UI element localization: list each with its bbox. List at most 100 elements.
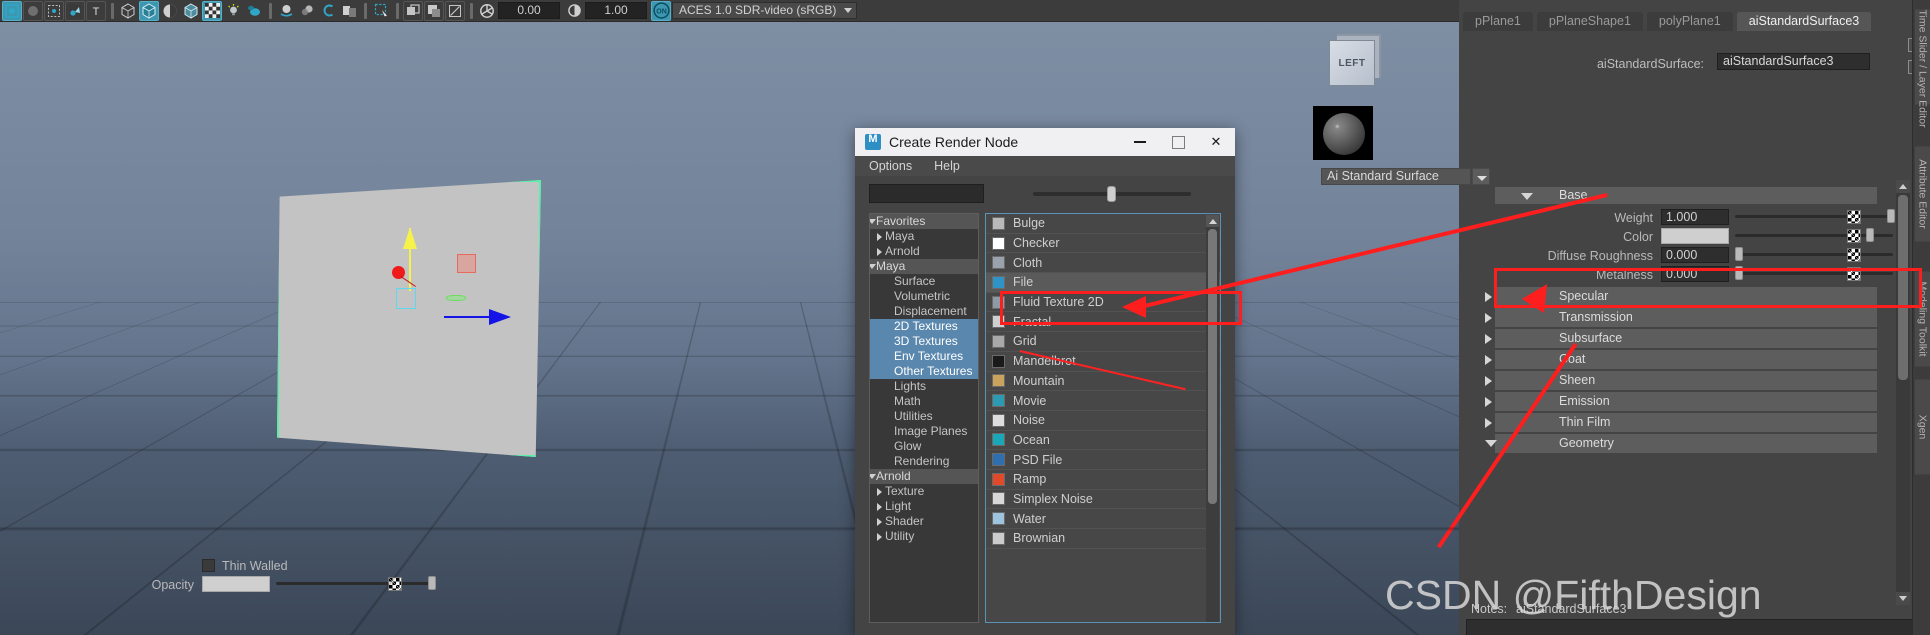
attr-color-map-button[interactable] <box>1847 229 1861 243</box>
node-list-item[interactable]: Ocean <box>986 431 1220 451</box>
tree-item-2d-textures[interactable]: 2D Textures <box>870 319 978 334</box>
tree-item-arnold[interactable]: Arnold <box>870 469 978 484</box>
node-list-item[interactable]: Brownian <box>986 529 1220 549</box>
gamma-value-icon[interactable] <box>564 0 584 21</box>
section-emission[interactable]: Emission <box>1485 392 1877 411</box>
triangle-right-icon[interactable] <box>877 248 882 256</box>
node-list[interactable]: Bulge Checker Cloth File Fluid Texture 2D Fra… <box>985 213 1221 623</box>
node-list-item[interactable]: File <box>986 273 1220 293</box>
tree-item-3d-textures[interactable]: 3D Textures <box>870 334 978 349</box>
attr-weight-knob[interactable] <box>1887 209 1895 223</box>
attr-diffuse-roughness-value[interactable]: 0.000 <box>1661 247 1729 263</box>
thin-walled-checkbox[interactable] <box>202 559 215 572</box>
gamma-icon[interactable] <box>339 0 359 21</box>
attr-metalness-map-button[interactable] <box>1847 267 1861 281</box>
vtab-modeling-toolkit[interactable]: Modeling Toolkit <box>1913 271 1930 367</box>
wireframe-icon[interactable] <box>118 0 138 21</box>
section-transmission[interactable]: Transmission <box>1485 308 1877 327</box>
isolate-select-icon[interactable] <box>371 0 391 21</box>
tree-item-arnold[interactable]: Arnold <box>870 244 978 259</box>
tree-item-light[interactable]: Light <box>870 499 978 514</box>
tree-item-utilities[interactable]: Utilities <box>870 409 978 424</box>
section-specular[interactable]: Specular <box>1485 287 1877 306</box>
triangle-right-icon[interactable] <box>877 518 882 526</box>
vtab-time-slider[interactable]: Time Slider / Layer Editor <box>1913 9 1930 128</box>
close-icon[interactable] <box>1197 128 1235 156</box>
section-thin-film[interactable]: Thin Film <box>1485 413 1877 432</box>
triangle-right-icon[interactable] <box>877 233 882 241</box>
manipulator-center-box[interactable] <box>396 288 416 309</box>
notes-textarea[interactable] <box>1466 619 1916 635</box>
section-sheen[interactable]: Sheen <box>1485 371 1877 390</box>
tree-item-surface[interactable]: Surface <box>870 274 978 289</box>
xray-icon[interactable] <box>181 0 201 21</box>
icon-size-slider-knob[interactable] <box>1107 186 1116 202</box>
tree-item-other-textures[interactable]: Other Textures <box>870 364 978 379</box>
tree-item-env-textures[interactable]: Env Textures <box>870 349 978 364</box>
tree-item-favorites[interactable]: Favorites <box>870 214 978 229</box>
node-list-item[interactable]: Simplex Noise <box>986 490 1220 510</box>
dialog-title-bar[interactable]: Create Render Node <box>855 128 1235 156</box>
attr-weight-map-button[interactable] <box>1847 210 1861 224</box>
triangle-down-icon[interactable] <box>870 474 876 479</box>
maximize-icon[interactable] <box>1159 128 1197 156</box>
gamma-value[interactable]: 1.00 <box>585 2 647 19</box>
type-value[interactable]: Ai Standard Surface <box>1321 168 1471 185</box>
lighting-icon[interactable] <box>223 0 243 21</box>
triangle-down-icon[interactable] <box>870 264 876 269</box>
node-list-item[interactable]: Checker <box>986 234 1220 254</box>
lasso-tool-icon[interactable] <box>23 0 43 21</box>
paint-select-icon[interactable] <box>44 0 64 21</box>
motion-blur-icon[interactable] <box>297 0 317 21</box>
section-subsurface[interactable]: Subsurface <box>1485 329 1877 348</box>
shaded-textured-icon[interactable] <box>160 0 180 21</box>
move-manipulator-x-arrow[interactable] <box>489 309 511 325</box>
move-manipulator-y-arrow[interactable] <box>403 227 417 249</box>
section-coat[interactable]: Coat <box>1485 350 1877 369</box>
tree-item-texture[interactable]: Texture <box>870 484 978 499</box>
tree-item-utility[interactable]: Utility <box>870 529 978 544</box>
color-management-toggle[interactable]: ON <box>651 0 671 21</box>
attr-metalness-knob[interactable] <box>1735 266 1743 280</box>
menu-help[interactable]: Help <box>934 159 960 173</box>
node-list-item[interactable]: Ramp <box>986 470 1220 490</box>
node-list-item[interactable]: Movie <box>986 391 1220 411</box>
scroll-up-icon[interactable] <box>1896 180 1910 193</box>
menu-options[interactable]: Options <box>869 159 912 173</box>
node-list-item[interactable]: Bulge <box>986 214 1220 234</box>
scroll-up-icon[interactable] <box>1206 215 1219 227</box>
scroll-down-icon[interactable] <box>1896 592 1910 605</box>
tree-item-image-planes[interactable]: Image Planes <box>870 424 978 439</box>
node-list-item[interactable]: PSD File <box>986 450 1220 470</box>
tree-item-glow[interactable]: Glow <box>870 439 978 454</box>
attr-opacity-slider[interactable] <box>276 582 434 585</box>
attr-opacity-swatch[interactable] <box>202 576 270 592</box>
node-list-item[interactable]: Mandelbrot <box>986 352 1220 372</box>
node-list-item[interactable]: Water <box>986 509 1220 529</box>
tree-item-lights[interactable]: Lights <box>870 379 978 394</box>
attr-diffuse-roughness-slider[interactable] <box>1735 253 1893 256</box>
section-base[interactable]: Base <box>1495 187 1877 204</box>
attr-diffuse-roughness-knob[interactable] <box>1735 247 1743 261</box>
node-list-item[interactable]: Grid <box>986 332 1220 352</box>
section-geometry[interactable]: Geometry <box>1485 434 1877 453</box>
type-chevron-down-icon[interactable] <box>1472 168 1490 185</box>
aa-icon[interactable] <box>318 0 338 21</box>
node-list-item[interactable]: Mountain <box>986 372 1220 392</box>
vtab-attribute-editor[interactable]: Attribute Editor <box>1913 146 1930 242</box>
attr-metalness-slider[interactable] <box>1735 272 1893 275</box>
node-list-item[interactable]: Noise <box>986 411 1220 431</box>
attr-color-swatch[interactable] <box>1661 228 1729 244</box>
text-tool-icon[interactable]: T <box>86 0 106 21</box>
color-space-dropdown[interactable]: ACES 1.0 SDR-video (sRGB) <box>672 2 857 19</box>
vtab-xgen[interactable]: Xgen <box>1913 379 1930 475</box>
exposure-icon[interactable] <box>477 0 497 21</box>
node-category-tree[interactable]: Favorites Maya Arnold Maya Surface Volumetric… <box>869 213 979 623</box>
exposure-value[interactable]: 0.00 <box>498 2 560 19</box>
select-tool-icon[interactable] <box>2 0 22 21</box>
tree-item-shader[interactable]: Shader <box>870 514 978 529</box>
node-list-item[interactable]: Fractal <box>986 312 1220 333</box>
triangle-right-icon[interactable] <box>877 488 882 496</box>
view-cube[interactable]: LEFT <box>1329 40 1375 86</box>
shadows-icon[interactable] <box>244 0 264 21</box>
